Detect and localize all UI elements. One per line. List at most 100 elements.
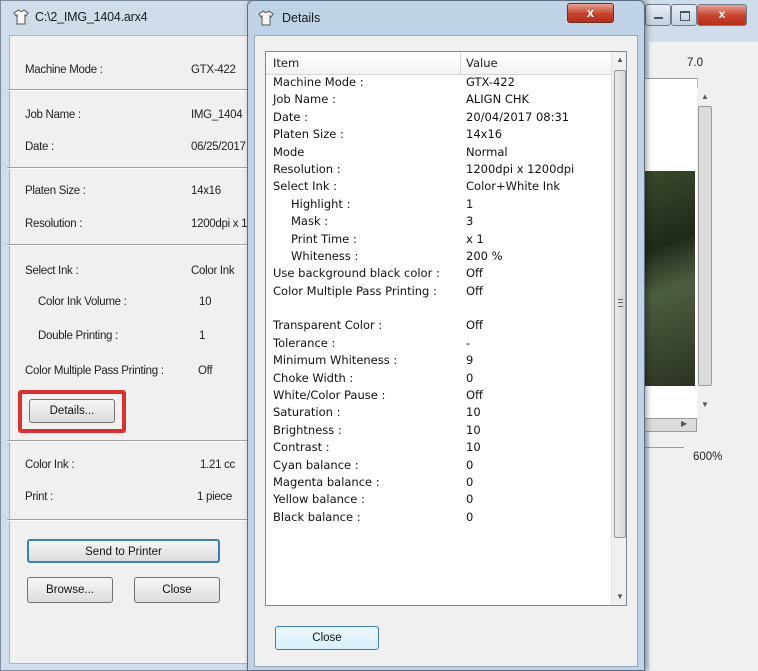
color-multipass-value: Off (198, 365, 213, 377)
row-value: 0 (466, 474, 474, 489)
row-value: 1200dpi x 1200dpi (466, 161, 575, 176)
details-list[interactable]: Item Value Machine Mode : GTX-422 Job Name… (265, 51, 627, 606)
double-printing-value: 1 (199, 330, 206, 342)
scroll-right-icon: ▶ (681, 419, 688, 428)
details-vscroll[interactable]: ▲ ▼ (611, 52, 626, 605)
list-row[interactable]: Cyan balance : 0 (266, 458, 611, 475)
details-close-x-button[interactable]: x (567, 3, 614, 23)
row-value: 14x16 (466, 127, 503, 142)
row-item-label: Transparent Color : (273, 318, 383, 333)
close-icon: x (586, 5, 595, 20)
minimize-button[interactable] (645, 4, 671, 26)
row-item-label: Date : (273, 109, 309, 124)
row-item-label: Mode (273, 144, 305, 159)
select-ink-value: Color Ink (191, 265, 235, 277)
list-row[interactable]: Minimum Whiteness : 9 (266, 353, 611, 370)
row-value: GTX-422 (466, 75, 515, 89)
preview-close-button[interactable]: x (697, 4, 747, 26)
list-row[interactable]: Highlight : 1 (266, 197, 611, 214)
row-item-label: Whiteness : (291, 248, 359, 263)
row-item-label: Choke Width : (273, 370, 354, 385)
resolution-label: Resolution : (25, 218, 83, 230)
list-row[interactable]: Machine Mode : GTX-422 (266, 75, 611, 92)
row-value: Color+White Ink (466, 179, 561, 194)
list-row[interactable]: White/Color Pause : Off (266, 388, 611, 405)
list-row[interactable]: Mode Normal (266, 145, 611, 162)
row-item-label: Yellow balance : (273, 492, 365, 507)
row-value: 20/04/2017 08:31 (466, 109, 570, 124)
details-body: Item Value Machine Mode : GTX-422 Job Name… (254, 35, 638, 667)
scroll-down-icon: ▼ (701, 400, 709, 409)
main-close-button[interactable]: Close (134, 577, 220, 603)
details-titlebar[interactable]: Details x (248, 1, 644, 35)
details-highlight-box (18, 390, 126, 433)
row-item-label: Resolution : (273, 161, 341, 176)
maximize-button[interactable] (671, 4, 697, 26)
list-row[interactable]: Magenta balance : 0 (266, 475, 611, 492)
zoom-label: 600% (693, 451, 723, 463)
list-row[interactable]: Mask : 3 (266, 214, 611, 231)
color-multipass-label: Color Multiple Pass Printing : (25, 365, 164, 377)
preview-vscroll[interactable]: ▲ ▼ (697, 88, 713, 418)
row-value: Off (466, 283, 483, 298)
scroll-down-icon[interactable]: ▼ (612, 589, 626, 605)
row-value: 10 (466, 405, 481, 420)
scroll-thumb[interactable] (614, 70, 626, 538)
machine-mode-value: GTX-422 (191, 64, 236, 76)
list-row[interactable]: Platen Size : 14x16 (266, 127, 611, 144)
list-row[interactable]: Date : 20/04/2017 08:31 (266, 110, 611, 127)
row-item-label: Minimum Whiteness : (273, 353, 398, 368)
job-name-value: IMG_1404 (191, 109, 243, 121)
list-row[interactable]: Contrast : 10 (266, 440, 611, 457)
send-to-printer-button[interactable]: Send to Printer (27, 539, 220, 563)
column-divider[interactable] (460, 52, 461, 74)
divider (7, 167, 287, 169)
row-value: 10 (466, 422, 481, 437)
column-header-item[interactable]: Item (273, 56, 299, 70)
date-label: Date : (25, 141, 54, 153)
row-value: Off (466, 388, 483, 403)
platen-size-label: Platen Size : (25, 185, 86, 197)
list-row[interactable]: Resolution : 1200dpi x 1200dpi (266, 162, 611, 179)
list-rows: Machine Mode : GTX-422 Job Name : ALIGN CHK… (266, 75, 611, 527)
row-value: Normal (466, 144, 508, 159)
platen-size-value: 14x16 (191, 185, 221, 197)
list-row[interactable] (266, 301, 611, 318)
list-row[interactable]: Select Ink : Color+White Ink (266, 179, 611, 196)
row-item-label: Magenta balance : (273, 474, 380, 489)
list-row[interactable]: Print Time : x 1 (266, 232, 611, 249)
column-header-value[interactable]: Value (466, 56, 498, 70)
list-row[interactable]: Whiteness : 200 % (266, 249, 611, 266)
list-row[interactable]: Use background black color : Off (266, 266, 611, 283)
scroll-up-icon: ▲ (701, 92, 709, 101)
list-row[interactable]: Saturation : 10 (266, 405, 611, 422)
scroll-up-icon[interactable]: ▲ (612, 52, 626, 68)
list-row[interactable]: Tolerance : - (266, 336, 611, 353)
scroll-grip-icon (618, 299, 623, 307)
maximize-icon (680, 11, 690, 21)
list-row[interactable]: Yellow balance : 0 (266, 492, 611, 509)
details-close-button[interactable]: Close (275, 626, 379, 650)
double-printing-label: Double Printing : (38, 330, 118, 342)
scroll-thumb[interactable] (698, 106, 712, 386)
ruler-value: 7.0 (687, 57, 703, 69)
row-value: 0 (466, 457, 474, 472)
color-ink-value: 1.21 cc (200, 459, 235, 471)
row-value: 9 (466, 353, 474, 368)
list-row[interactable]: Job Name : ALIGN CHK (266, 92, 611, 109)
list-row[interactable]: Choke Width : 0 (266, 371, 611, 388)
row-item-label: Use background black color : (273, 266, 440, 281)
browse-button[interactable]: Browse... (27, 577, 113, 603)
list-row[interactable]: Brightness : 10 (266, 423, 611, 440)
divider (7, 440, 287, 442)
machine-mode-label: Machine Mode : (25, 64, 103, 76)
row-item-label: Job Name : (273, 92, 336, 107)
list-row[interactable]: Color Multiple Pass Printing : Off (266, 284, 611, 301)
list-row[interactable]: Black balance : 0 (266, 510, 611, 527)
preview-hscroll[interactable] (639, 418, 697, 432)
list-row[interactable]: Transparent Color : Off (266, 318, 611, 335)
row-value: 10 (466, 440, 481, 455)
date-value: 06/25/2017 (191, 141, 246, 153)
main-titlebar[interactable]: C:\2_IMG_1404.arx4 (1, 1, 289, 35)
divider (7, 519, 287, 521)
